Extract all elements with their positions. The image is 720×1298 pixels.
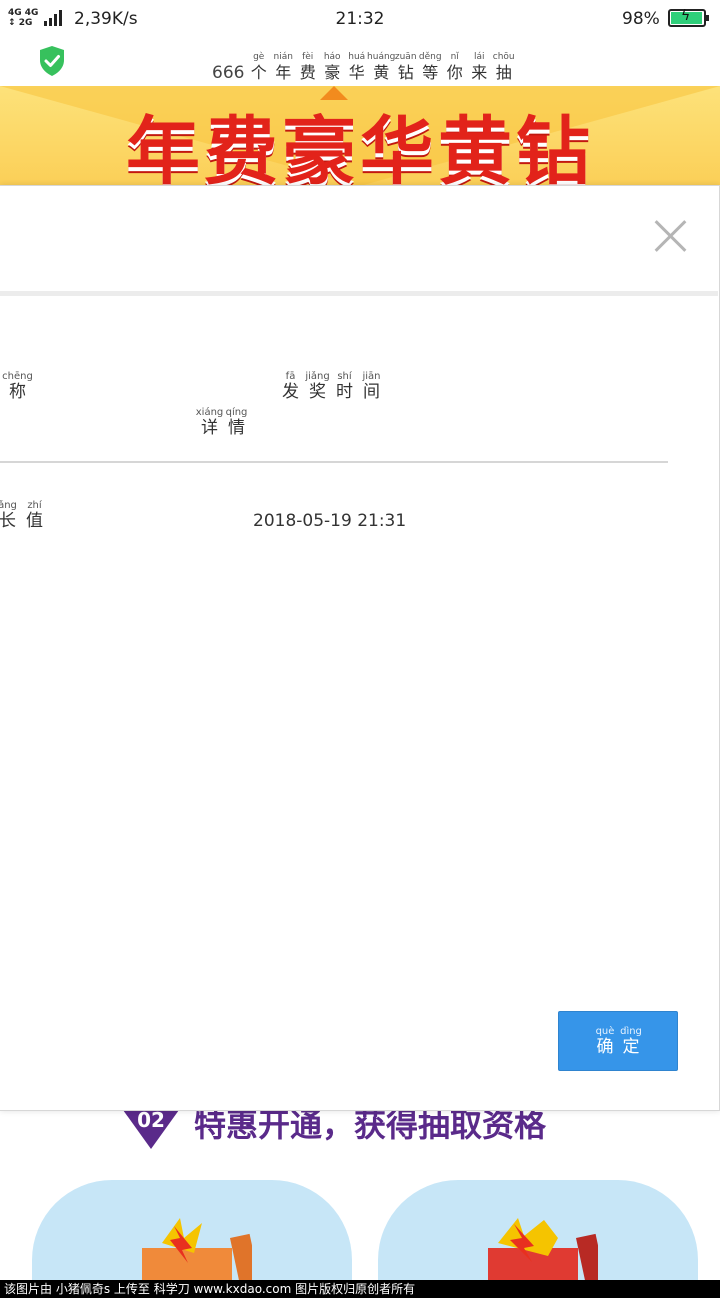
title-ruby-text: gè 个 nián 年 fèi 费 háo 豪 huá 华 huáng 黄 zuān 钻 děng 等 nǐ 你 l…: [246, 44, 516, 83]
column-header-detail: xiáng 详 qíng 情: [196, 407, 250, 438]
clock: 21:32: [335, 9, 385, 29]
hanzi: 详: [201, 418, 218, 438]
ruby-char: xiáng 详: [195, 407, 224, 438]
pinyin: dìng: [620, 1025, 642, 1037]
page-header: 666 gè 个 nián 年 fèi 费 háo 豪 huá 华 huáng 黄 zuān 钻 děng 等…: [0, 40, 720, 86]
pinyin: lái: [473, 52, 485, 62]
ruby-char: zhí 值: [21, 500, 48, 531]
pinyin: fèi: [302, 52, 314, 62]
ruby-char: háo 豪: [320, 52, 345, 83]
hanzi: 情: [228, 418, 245, 438]
ruby-char: chōu 抽: [491, 52, 516, 83]
column-header-name: chēng 称: [2, 371, 33, 402]
hanzi: 钻: [397, 63, 414, 82]
pinyin: shí: [337, 371, 352, 382]
hanzi: 个: [250, 63, 267, 82]
row-prize-time: 2018-05-19 21:31: [253, 511, 407, 531]
ruby-char: jiǎng 奖: [304, 371, 331, 402]
hanzi: 长: [0, 511, 16, 531]
close-icon[interactable]: [650, 216, 690, 256]
pinyin: huáng: [367, 52, 396, 62]
dialog-header: [0, 186, 718, 296]
column-header-time: fā 发 jiǎng 奖 shí 时 jiān 间: [277, 371, 385, 402]
hanzi: 费: [299, 63, 316, 82]
hanzi: 年: [275, 63, 292, 82]
pinyin: xiáng: [195, 407, 224, 418]
ruby-char: fā 发: [277, 371, 304, 402]
ruby-char: lái 来: [467, 52, 492, 83]
pinyin: zhí: [27, 500, 42, 511]
ruby-char: nián 年: [271, 52, 296, 83]
ruby-char: qíng 情: [223, 407, 250, 438]
pinyin: qíng: [225, 407, 248, 418]
hanzi: 发: [282, 382, 299, 402]
hanzi: 间: [363, 382, 380, 402]
hanzi: 黄: [373, 63, 390, 82]
confirm-button[interactable]: què 确 dìng 定: [558, 1011, 678, 1071]
row-prize-name: ǎng 长 zhí 值: [0, 500, 48, 531]
banner-title: 年费豪华黄钻: [126, 109, 594, 186]
ruby-char: zuān 钻: [393, 52, 418, 83]
pinyin: jiān: [362, 371, 381, 382]
page-title: 666 gè 个 nián 年 fèi 费 háo 豪 huá 华 huáng 黄 zuān 钻 děng 等…: [212, 44, 516, 83]
pinyin: nǐ: [450, 52, 459, 62]
ruby-char: huáng 黄: [367, 52, 396, 83]
battery-percent: 98%: [622, 9, 660, 29]
watermark-bar: 该图片由 小猪佩奇s 上传至 科学刀 www.kxdao.com 图片版权归原创…: [0, 1280, 720, 1298]
pinyin: fā: [285, 371, 296, 382]
pinyin: què: [595, 1025, 615, 1037]
step-badge-number: 02: [137, 1108, 165, 1132]
gift-card-right[interactable]: [378, 1180, 698, 1290]
ruby-char: shí 时: [331, 371, 358, 402]
pinyin: děng: [418, 52, 442, 62]
hanzi: 时: [336, 382, 353, 402]
charging-bolt-icon: ϟ: [681, 8, 691, 24]
hanzi: 定: [622, 1036, 640, 1057]
ruby-char: què 确: [592, 1026, 618, 1057]
pinyin: chōu: [492, 52, 515, 62]
ruby-char: fèi 费: [295, 52, 320, 83]
hanzi: 等: [422, 63, 439, 82]
hanzi: 奖: [309, 382, 326, 402]
pinyin: nián: [273, 52, 293, 62]
table-divider: [0, 461, 668, 463]
battery-icon: ϟ: [668, 8, 709, 27]
ruby-char: chēng 称: [2, 371, 33, 402]
ruby-char: huá 华: [344, 52, 369, 83]
pinyin: huá: [348, 52, 366, 62]
ruby-char: jiān 间: [358, 371, 385, 402]
ruby-char: ǎng 长: [0, 500, 21, 531]
ruby-char: děng 等: [418, 52, 443, 83]
title-prefix: 666: [212, 63, 245, 83]
pinyin: chēng: [2, 371, 33, 382]
ruby-char: gè 个: [246, 52, 271, 83]
status-bar: 4G 4G ↕ 2G 2,39K/s 21:32 98% ϟ: [0, 0, 720, 40]
hanzi: 来: [471, 63, 488, 82]
hanzi: 称: [9, 382, 26, 402]
pinyin: zuān: [394, 52, 417, 62]
pinyin: háo: [323, 52, 341, 62]
hanzi: 确: [596, 1036, 614, 1057]
hanzi: 豪: [324, 63, 341, 82]
pinyin: gè: [253, 52, 265, 62]
pinyin: ǎng: [0, 500, 17, 511]
hanzi: 华: [348, 63, 365, 82]
hanzi: 抽: [495, 63, 512, 82]
prize-record-dialog: chēng 称 fā 发 jiǎng 奖 shí 时 jiān 间 xiáng 详 qíng 情 ǎn…: [0, 185, 720, 1111]
promo-banner: 年费豪华黄钻: [0, 86, 720, 186]
ruby-char: dìng 定: [618, 1026, 644, 1057]
gift-card-left[interactable]: [32, 1180, 352, 1290]
ruby-char: nǐ 你: [442, 52, 467, 83]
hanzi: 你: [446, 63, 463, 82]
hanzi: 值: [26, 511, 43, 531]
pinyin: jiǎng: [305, 371, 330, 382]
shield-check-icon: [40, 46, 64, 76]
